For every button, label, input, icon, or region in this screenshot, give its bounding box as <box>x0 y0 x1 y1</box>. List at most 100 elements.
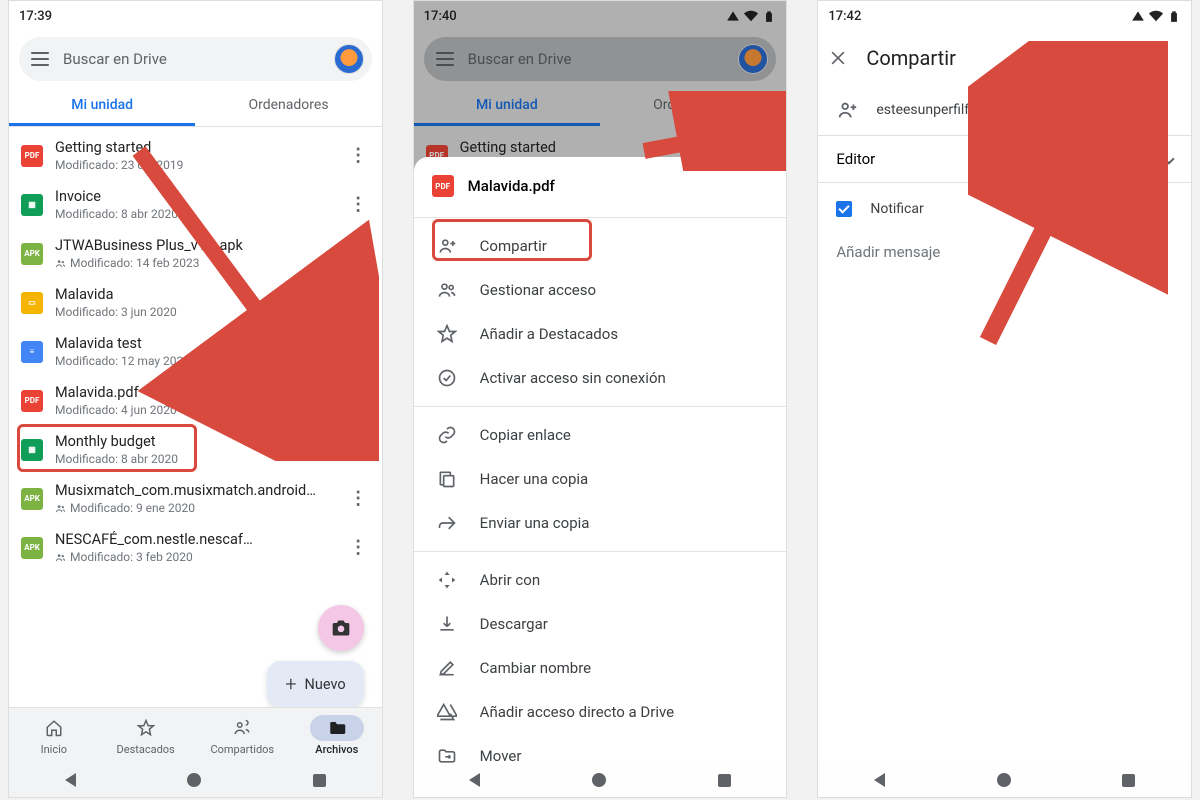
sheet-icon: ▦ <box>21 194 43 216</box>
nav-shared[interactable]: Compartidos <box>210 715 274 756</box>
send-button[interactable] <box>1101 41 1131 75</box>
file-meta: Modificado: 3 jun 2020 <box>55 305 334 319</box>
notify-checkbox[interactable] <box>836 201 852 217</box>
recipient-email: esteesunperfilfalso12345@ om <box>876 102 1071 118</box>
file-name: Musixmatch_com.musixmatch.android… <box>55 482 334 499</box>
file-row[interactable]: ▦Monthly budgetModificado: 8 abr 2020 <box>9 425 382 474</box>
file-row[interactable]: ▭MalavidaModificado: 3 jun 2020 <box>9 278 382 327</box>
more-icon[interactable] <box>1149 46 1181 70</box>
nav-recent-icon[interactable] <box>313 774 326 787</box>
nav-back-icon[interactable] <box>65 773 76 787</box>
file-more-icon[interactable] <box>346 296 370 310</box>
pdf-icon: PDF <box>432 175 454 197</box>
file-row[interactable]: ≡Malavida testModificado: 12 may 2020 <box>9 327 382 376</box>
nav-recent-icon[interactable] <box>1122 774 1135 787</box>
fab-new[interactable]: + Nuevo <box>267 661 363 707</box>
file-more-icon[interactable] <box>346 198 370 212</box>
file-more-icon[interactable] <box>346 345 370 359</box>
star-icon <box>436 324 458 344</box>
menu-move[interactable]: Mover <box>414 734 787 763</box>
nav-back-icon[interactable] <box>874 773 885 787</box>
menu-offline[interactable]: Activar acceso sin conexión <box>414 356 787 400</box>
forward-icon <box>436 513 458 533</box>
recipient-row[interactable]: esteesunperfilfalso12345@ om <box>818 89 1191 136</box>
menu-manage-access[interactable]: Gestionar acceso <box>414 268 787 312</box>
avatar-icon[interactable] <box>334 44 364 74</box>
clock: 17:39 <box>19 9 52 24</box>
close-icon[interactable] <box>828 48 848 68</box>
pdf-icon: PDF <box>21 145 43 167</box>
folder-icon <box>328 719 346 737</box>
star-icon <box>137 719 155 737</box>
android-nav-bar <box>9 763 382 797</box>
file-name: NESCAFÉ_com.nestle.nescaf… <box>55 531 334 548</box>
nav-starred[interactable]: Destacados <box>117 715 175 756</box>
file-meta: Modificado: 14 feb 2023 <box>55 256 334 270</box>
file-name: JTWABusiness Plus_v1.…apk <box>55 237 334 254</box>
file-meta: Modificado: 8 abr 2020 <box>55 452 334 466</box>
nav-home-icon[interactable] <box>187 773 201 787</box>
file-more-icon[interactable] <box>346 443 370 457</box>
nav-home-icon[interactable] <box>592 773 606 787</box>
file-row[interactable]: PDFMalavida.pdfModificado: 4 jun 2020 <box>9 376 382 425</box>
apk-icon: APK <box>21 488 43 510</box>
tab-computers[interactable]: Ordenadores <box>195 87 381 126</box>
file-more-icon[interactable] <box>346 149 370 163</box>
home-icon <box>45 719 63 737</box>
person-add-icon <box>436 236 458 256</box>
copy-icon <box>436 469 458 489</box>
menu-send-copy[interactable]: Enviar una copia <box>414 501 787 545</box>
fab-camera[interactable] <box>318 605 364 651</box>
menu-share[interactable]: Compartir <box>414 224 787 268</box>
sheet-header: PDF Malavida.pdf <box>414 171 787 211</box>
share-title: Compartir <box>866 46 1083 70</box>
person-add-icon <box>836 99 858 121</box>
nav-back-icon[interactable] <box>469 773 480 787</box>
bottom-sheet: PDF Malavida.pdf Compartir Gestionar acc… <box>414 157 787 763</box>
fab-new-label: Nuevo <box>305 676 346 693</box>
notify-label: Notificar <box>870 201 923 217</box>
notify-row[interactable]: Notificar <box>818 183 1191 227</box>
apk-icon: APK <box>21 243 43 265</box>
menu-make-copy[interactable]: Hacer una copia <box>414 457 787 501</box>
menu-copy-link[interactable]: Copiar enlace <box>414 413 787 457</box>
add-message[interactable]: Añadir mensaje <box>818 227 1191 277</box>
tab-my-drive[interactable]: Mi unidad <box>9 87 195 126</box>
file-more-icon[interactable] <box>346 247 370 261</box>
drive-shortcut-icon <box>436 702 458 722</box>
nav-home-icon[interactable] <box>997 773 1011 787</box>
menu-star[interactable]: Añadir a Destacados <box>414 312 787 356</box>
nav-files[interactable]: Archivos <box>310 715 364 756</box>
file-meta: Modificado: 4 jun 2020 <box>55 403 334 417</box>
link-icon <box>436 425 458 445</box>
status-bar: 17:42 <box>818 1 1191 27</box>
menu-download[interactable]: Descargar <box>414 602 787 646</box>
file-row[interactable]: APKMusixmatch_com.musixmatch.android…Mod… <box>9 474 382 523</box>
hamburger-icon[interactable] <box>31 52 49 66</box>
people-icon <box>436 280 458 300</box>
move-icon <box>436 746 458 763</box>
file-name: Malavida.pdf <box>55 384 334 401</box>
android-nav-bar <box>818 763 1191 797</box>
pencil-icon <box>436 658 458 678</box>
screen-file-list: 17:39 Buscar en Drive Mi unidad Ordenado… <box>8 0 383 798</box>
search-bar[interactable]: Buscar en Drive <box>19 37 372 81</box>
file-row[interactable]: ▦InvoiceModificado: 8 abr 2020 <box>9 180 382 229</box>
menu-rename[interactable]: Cambiar nombre <box>414 646 787 690</box>
role-selector[interactable]: Editor <box>818 136 1191 183</box>
nav-recent-icon[interactable] <box>718 774 731 787</box>
share-header: Compartir <box>818 27 1191 89</box>
screen-share-dialog: 17:42 Compartir esteesunperfilfalso12345… <box>817 0 1192 798</box>
file-row[interactable]: APKNESCAFÉ_com.nestle.nescaf…Modificado:… <box>9 523 382 572</box>
people-icon <box>233 719 251 737</box>
file-row[interactable]: APK JTWABusiness Plus_v1.…apk Modificado: … <box>9 229 382 278</box>
file-more-icon[interactable] <box>346 541 370 555</box>
menu-shortcut[interactable]: Añadir acceso directo a Drive <box>414 690 787 734</box>
menu-open-with[interactable]: Abrir con <box>414 558 787 602</box>
nav-home[interactable]: Inicio <box>27 715 81 756</box>
android-nav-bar <box>414 763 787 797</box>
file-more-icon[interactable] <box>346 394 370 408</box>
file-more-icon[interactable] <box>346 492 370 506</box>
file-row[interactable]: PDFGetting startedModificado: 23 dic 201… <box>9 131 382 180</box>
status-icons <box>1131 9 1181 23</box>
